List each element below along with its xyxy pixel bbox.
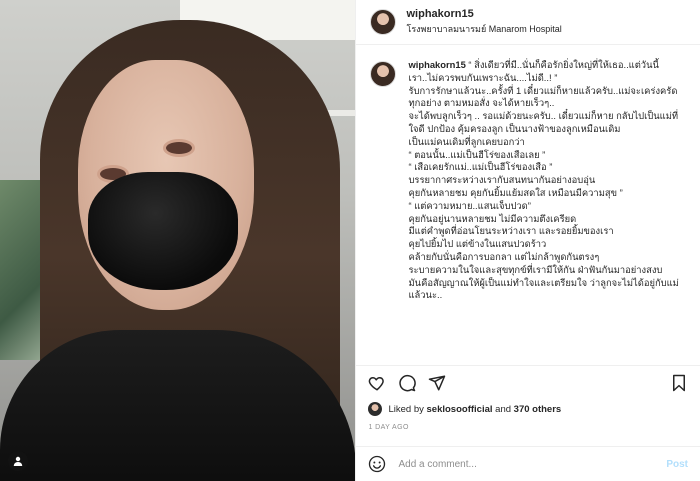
caption-area: wiphakorn15 “ สิ่งเดียวที่มี..นั่นก็คือร…	[356, 45, 700, 365]
likes-joiner: and	[495, 403, 512, 415]
caption-body: wiphakorn15 “ สิ่งเดียวที่มี..นั่นก็คือร…	[408, 59, 688, 302]
right-eye	[166, 142, 192, 154]
likes-others[interactable]: 370 others	[514, 404, 562, 415]
comment-input[interactable]	[396, 457, 667, 471]
action-bar	[356, 365, 700, 400]
comment-icon[interactable]	[398, 374, 417, 392]
caption-line-2: รับการรักษาแล้วนะ..ครั้งที่ 1 เดี๋ยวแม่ก…	[408, 84, 678, 109]
liker-username[interactable]: seklosoofficial	[427, 404, 493, 415]
header-text: wiphakorn15 โรงพยาบาลมนารมย์ Manarom Hos…	[406, 8, 561, 36]
caption-line-10: “ แต่ความหมาย..แสนเจ็บปวด”	[408, 199, 531, 211]
liker-avatar[interactable]	[368, 402, 383, 416]
header-username[interactable]: wiphakorn15	[406, 8, 561, 20]
user-tag-icon[interactable]	[8, 451, 28, 471]
caption-line-4: เป็นแม่คนเดิมที่ลูกเคยบอกว่า	[408, 135, 525, 147]
likes-prefix: Liked by	[388, 403, 424, 415]
bookmark-icon[interactable]	[670, 374, 688, 392]
post-side-panel: wiphakorn15 โรงพยาบาลมนารมย์ Manarom Hos…	[355, 0, 700, 481]
caption-line-3: จะได้พบลูกเร็วๆ .. รอแม่ด้วยนะครับ.. เดี…	[408, 110, 679, 134]
caption-line-15: คุยไปยิ้มไป แต่ข้างในแสนปวดร้าว	[408, 238, 547, 250]
caption-line-7: บรรยากาศระหว่างเรากับสนทนากันอย่างอบอุ่น	[408, 174, 596, 186]
emoji-icon[interactable]	[368, 455, 386, 473]
caption-line-16: คล้ายกับนั่นคือการบอกลา แต่ไม่กล้าพูดกัน…	[408, 250, 600, 262]
caption-line-6: “ เสือเคยรักแม่..แม่เป็นฮีโร่ของเสือ ”	[408, 161, 553, 173]
caption-line: wiphakorn15 “ สิ่งเดียวที่มี..นั่นก็คือร…	[408, 59, 688, 85]
post-photo[interactable]	[0, 0, 356, 481]
caption-line-17: ระบายความในใจและสุขทุกข์ที่เรามีให้กัน ฝ…	[408, 263, 663, 275]
post-comment-button[interactable]: Post	[666, 459, 688, 470]
comment-bar: Post	[356, 446, 700, 481]
black-face-mask	[88, 172, 238, 290]
share-icon[interactable]	[428, 374, 446, 392]
caption-line-12: คุยกันอยู่นานหลายชม ไม่มีความตึงเครียด	[408, 212, 577, 224]
likes-row: Liked by seklosoofficial and 370 others	[356, 400, 700, 418]
caption-username[interactable]: wiphakorn15	[408, 59, 465, 70]
caption-line-5: “ ตอนนั้น..แม่เป็นฮีโร่ของเสือเลย ”	[408, 148, 546, 160]
caption-line-18: มันคือสัญญาณให้ผู้เป็นแม่ทำใจและเตรียมใจ…	[408, 276, 679, 301]
caption-line-8: คุยกันหลายชม คุยกันยิ้มแย้มสดใส เหมือนมี…	[408, 186, 623, 198]
caption-line-14: มีแต่คำพูดที่อ่อนโยนระหว่างเรา และรอยยิ้…	[408, 225, 614, 237]
post-timestamp[interactable]: 1 DAY AGO	[356, 418, 700, 438]
header-location[interactable]: โรงพยาบาลมนารมย์ Manarom Hospital	[406, 22, 561, 36]
post-header: wiphakorn15 โรงพยาบาลมนารมย์ Manarom Hos…	[356, 0, 700, 45]
instagram-post: wiphakorn15 โรงพยาบาลมนารมย์ Manarom Hos…	[0, 0, 700, 481]
caption-avatar[interactable]	[370, 61, 397, 87]
avatar[interactable]	[370, 9, 397, 35]
caption-row: wiphakorn15 “ สิ่งเดียวที่มี..นั่นก็คือร…	[370, 59, 688, 302]
heart-icon[interactable]	[368, 374, 386, 392]
